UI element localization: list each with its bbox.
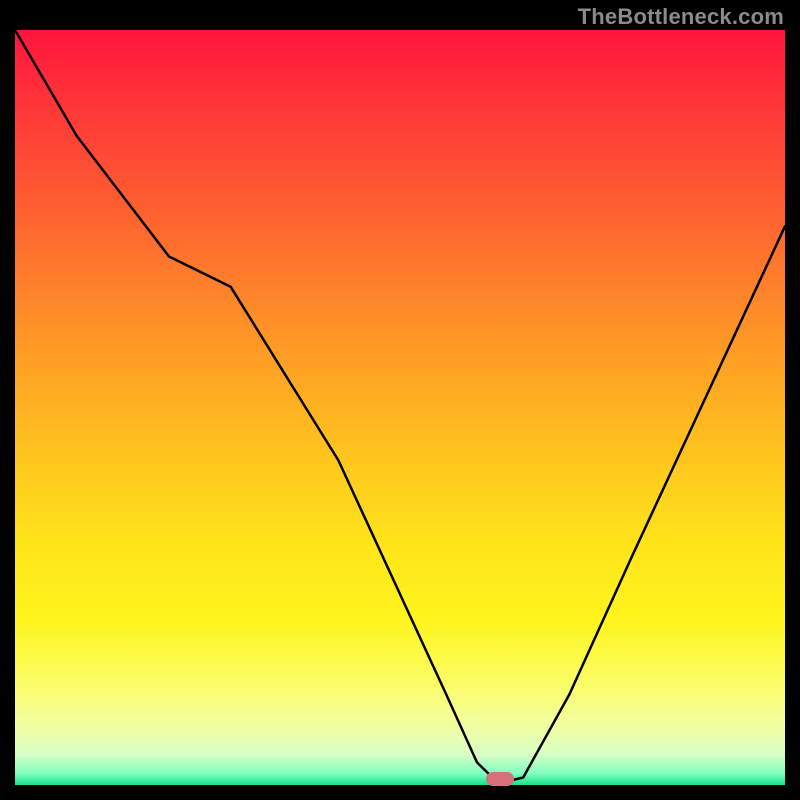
curve-path xyxy=(15,30,785,781)
bottleneck-curve xyxy=(15,30,785,785)
optimal-marker xyxy=(486,772,514,786)
plot-area xyxy=(15,30,785,785)
chart-frame: TheBottleneck.com xyxy=(0,0,800,800)
attribution-text: TheBottleneck.com xyxy=(578,4,784,30)
